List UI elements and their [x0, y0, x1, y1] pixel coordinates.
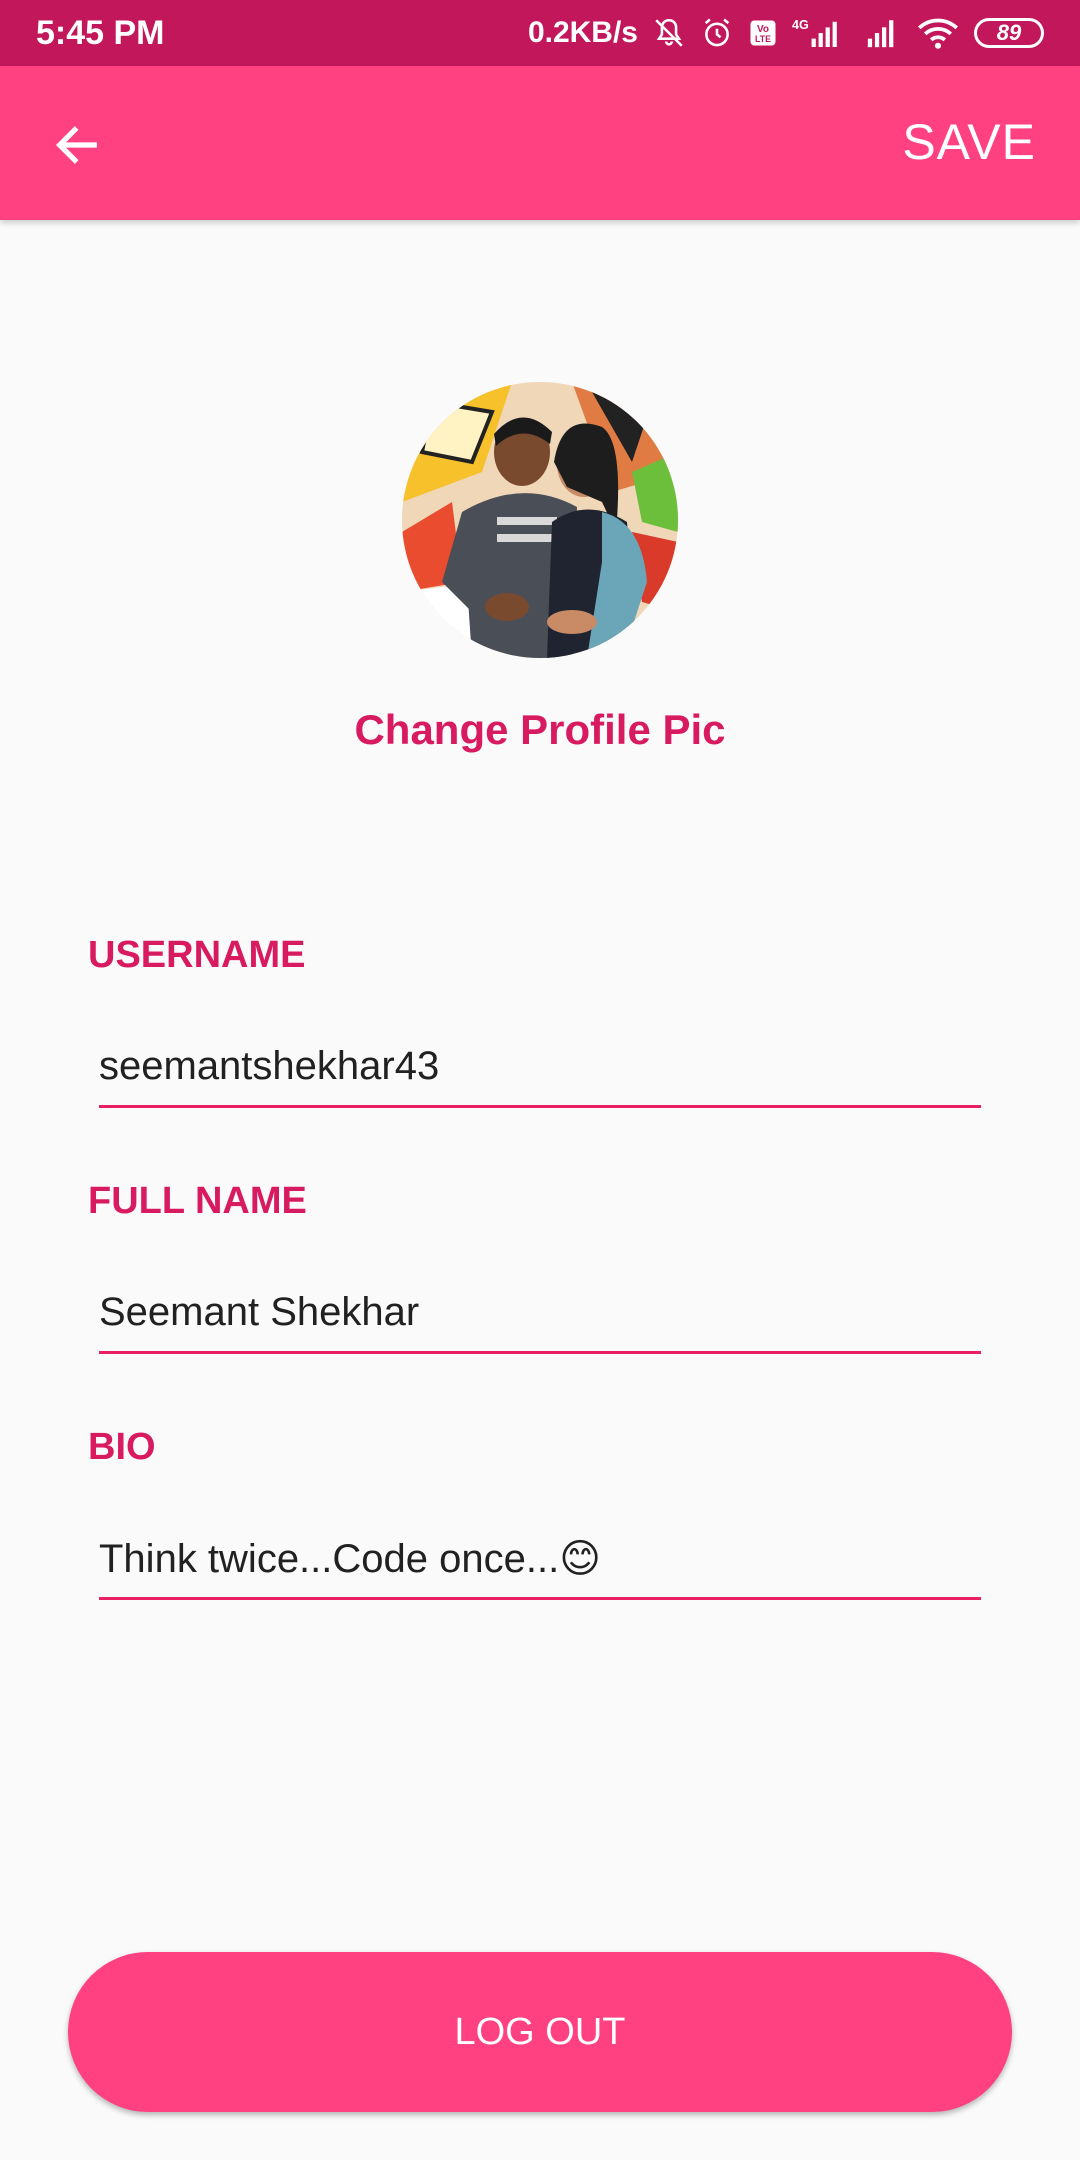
save-button[interactable]: SAVE [902, 110, 1036, 174]
username-label: USERNAME [88, 934, 306, 976]
logout-button[interactable]: LOG OUT [68, 1952, 1012, 2112]
signal-4g-icon: 4G [792, 16, 848, 50]
bio-field[interactable] [99, 1528, 981, 1600]
battery-icon: 89 [974, 18, 1044, 48]
signal-icon [862, 16, 902, 50]
svg-text:4G: 4G [792, 18, 809, 32]
fullname-label: FULL NAME [88, 1180, 307, 1222]
username-field[interactable] [99, 1036, 981, 1108]
arrow-back-icon [51, 119, 103, 176]
status-time: 5:45 PM [36, 13, 165, 52]
battery-level: 89 [996, 20, 1022, 45]
back-button[interactable] [40, 110, 114, 184]
svg-text:LTE: LTE [755, 34, 771, 44]
status-icons: 0.2KB/s Vo LTE 4G 89 [528, 16, 1044, 50]
status-bar: 5:45 PM 0.2KB/s Vo LTE 4G 89 [0, 0, 1080, 66]
change-profile-pic-link[interactable]: Change Profile Pic [0, 706, 1080, 754]
bio-label: BIO [88, 1426, 156, 1468]
volte-icon: Vo LTE [748, 18, 778, 48]
alarm-icon [700, 16, 734, 50]
profile-photo [402, 382, 678, 658]
avatar[interactable] [402, 382, 678, 658]
wifi-icon [916, 16, 960, 50]
mute-bell-icon [652, 16, 686, 50]
app-bar: SAVE [0, 66, 1080, 220]
network-speed: 0.2KB/s [527, 16, 638, 49]
fullname-field[interactable] [99, 1282, 981, 1354]
